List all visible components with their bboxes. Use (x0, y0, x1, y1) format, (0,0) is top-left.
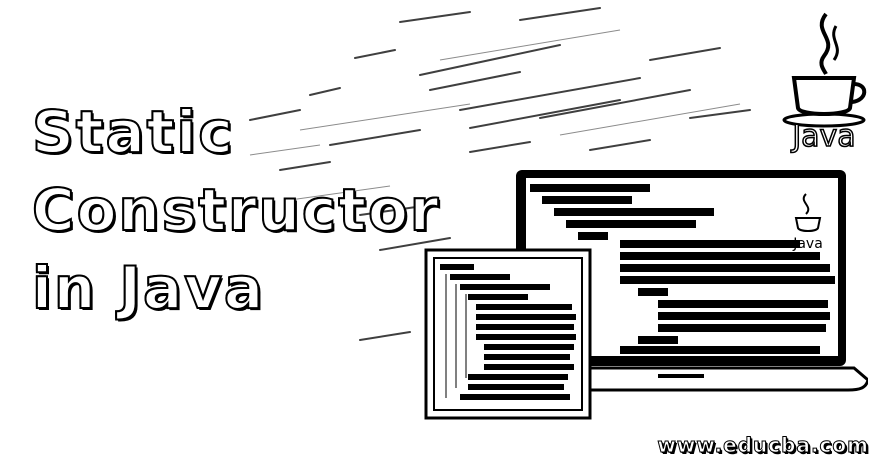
site-url: www.educba.com (657, 433, 869, 458)
laptop-java-wordmark: Java (792, 236, 823, 252)
java-coffee-cup-icon: Java (782, 12, 867, 154)
tablet-icon (424, 248, 592, 420)
java-logo-wordmark: Java (790, 119, 855, 154)
title-line-1: Static (31, 98, 235, 166)
thumbnail-canvas: Static Constructor in Java Java Java www… (0, 0, 891, 467)
title-line-3: in Java (31, 254, 266, 322)
title-line-2: Constructor (31, 176, 441, 244)
